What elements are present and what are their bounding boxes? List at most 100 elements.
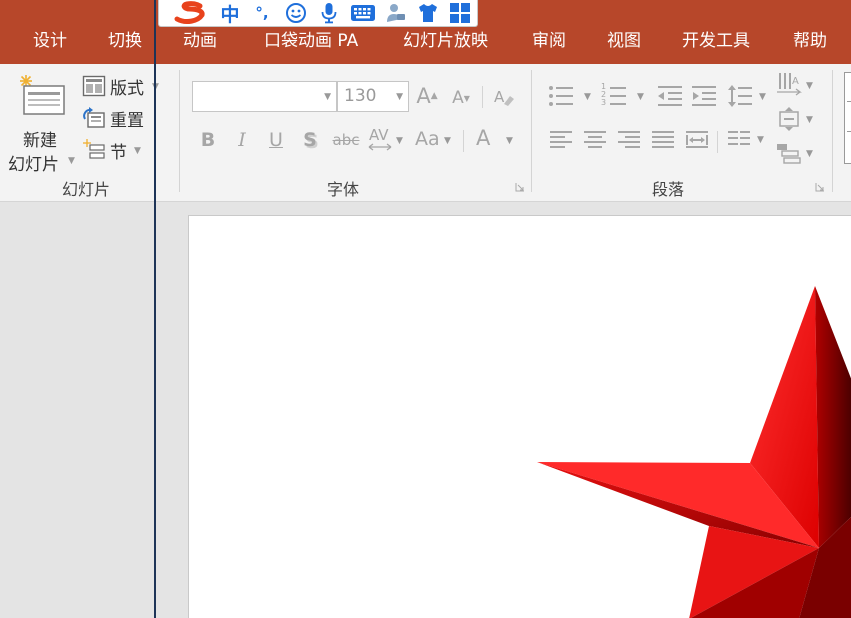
- shadow-button[interactable]: S: [299, 127, 321, 153]
- align-right-icon: [618, 131, 640, 148]
- strikethrough-button[interactable]: abc: [331, 127, 361, 153]
- tab-pocket-animation[interactable]: 口袋动画 PA: [264, 30, 358, 52]
- align-center-button[interactable]: [582, 127, 608, 153]
- layout-icon: [82, 75, 106, 97]
- font-size-dropdown-icon: ▼: [396, 92, 403, 102]
- change-case-button[interactable]: Aa ▼: [414, 126, 454, 154]
- font-size-combobox[interactable]: 130 ▼: [337, 81, 409, 112]
- window-edge-line: [154, 0, 156, 618]
- align-left-icon: [550, 131, 572, 148]
- new-slide-dropdown-icon: ▼: [68, 156, 75, 166]
- section-label: 节: [110, 143, 127, 163]
- group-separator: [179, 70, 180, 192]
- distributed-button[interactable]: [684, 127, 710, 153]
- group-separator: [832, 70, 833, 192]
- line-spacing-dropdown-icon: ▼: [759, 92, 766, 102]
- new-slide-button[interactable]: 新建 幻灯片 ▼: [6, 70, 76, 175]
- reset-icon: [83, 107, 105, 128]
- text-direction-button[interactable]: A ▼: [776, 72, 816, 98]
- justify-icon: [652, 131, 674, 148]
- svg-text:A: A: [494, 88, 505, 106]
- person-icon[interactable]: [383, 1, 409, 25]
- smartart-icon: [777, 144, 801, 164]
- justify-button[interactable]: [650, 127, 676, 153]
- section-button[interactable]: 节 ▼: [82, 138, 146, 163]
- font-color-button[interactable]: A ▼: [472, 126, 518, 154]
- smartart-button[interactable]: ▼: [776, 140, 816, 166]
- font-dialog-launcher-icon[interactable]: [515, 182, 525, 192]
- reset-label: 重置: [110, 111, 144, 131]
- microphone-icon[interactable]: [316, 1, 342, 25]
- tab-slide-show[interactable]: 幻灯片放映: [403, 30, 488, 52]
- clear-formatting-button[interactable]: A: [490, 84, 518, 110]
- numbering-digit: 3: [601, 98, 607, 107]
- grid-icon[interactable]: [447, 1, 473, 25]
- change-case-dropdown-icon: ▼: [444, 136, 451, 146]
- gallery-divider: [847, 101, 851, 102]
- increase-font-size-button[interactable]: A ▲: [414, 83, 440, 109]
- new-slide-icon: [20, 75, 65, 115]
- group-separator: [531, 70, 532, 192]
- align-text-button[interactable]: ▼: [776, 106, 816, 132]
- bullets-button[interactable]: ▼: [548, 83, 594, 111]
- gallery-divider: [847, 131, 851, 132]
- font-color-dropdown-icon: ▼: [506, 136, 513, 146]
- font-size-value: 130: [344, 86, 377, 106]
- new-slide-label-line2: 幻灯片: [8, 155, 59, 175]
- bold-button[interactable]: B: [196, 127, 220, 153]
- bullets-dropdown-icon: ▼: [584, 92, 591, 102]
- columns-dropdown-icon: ▼: [757, 135, 764, 145]
- increase-indent-button[interactable]: [690, 83, 718, 109]
- numbering-dropdown-icon: ▼: [637, 92, 644, 102]
- columns-icon: [728, 131, 750, 145]
- tab-help[interactable]: 帮助: [793, 30, 827, 52]
- char-spacing-icon: AV: [369, 126, 389, 144]
- align-right-button[interactable]: [616, 127, 642, 153]
- section-icon: [83, 139, 105, 159]
- new-slide-label-line1: 新建: [23, 131, 57, 151]
- numbering-digits: 1 2 3: [601, 83, 609, 107]
- group-label-font: 字体: [326, 180, 359, 199]
- tab-review[interactable]: 审阅: [532, 30, 566, 52]
- bullets-icon: [549, 86, 573, 106]
- sogou-logo-icon[interactable]: [171, 1, 207, 25]
- char-spacing-button[interactable]: AV ▼: [366, 126, 406, 154]
- tab-developer[interactable]: 开发工具: [682, 30, 750, 52]
- italic-button[interactable]: I: [231, 127, 253, 153]
- decrease-indent-button[interactable]: [656, 83, 684, 109]
- reset-button[interactable]: 重置: [82, 106, 152, 131]
- tab-view[interactable]: 视图: [607, 30, 641, 52]
- ime-mode-label[interactable]: 中: [217, 1, 243, 26]
- align-text-dropdown-icon: ▼: [806, 115, 813, 125]
- paragraph-dialog-launcher-icon[interactable]: [815, 182, 825, 192]
- smiley-icon[interactable]: [283, 1, 309, 25]
- drawing-shapes-gallery[interactable]: [844, 72, 851, 164]
- increase-indent-icon: [692, 86, 716, 106]
- underline-button[interactable]: U: [265, 127, 287, 153]
- numbering-button[interactable]: 1 2 3 ▼: [601, 83, 647, 111]
- decrease-indent-icon: [658, 86, 682, 106]
- tab-animations[interactable]: 动画: [183, 30, 217, 52]
- layout-button[interactable]: 版式 ▼: [82, 74, 160, 99]
- red-star-shape[interactable]: [189, 216, 851, 618]
- line-spacing-button[interactable]: ▼: [727, 83, 773, 111]
- font-name-combobox[interactable]: ▼: [192, 81, 337, 112]
- tab-transitions[interactable]: 切换: [108, 30, 142, 52]
- char-spacing-arrow-icon: [368, 143, 392, 151]
- char-spacing-dropdown-icon: ▼: [396, 136, 403, 146]
- smartart-dropdown-icon: ▼: [806, 149, 813, 159]
- slide-canvas[interactable]: [188, 215, 851, 618]
- tshirt-icon[interactable]: [415, 1, 441, 25]
- ime-punct-label[interactable]: °,: [249, 1, 275, 25]
- ribbon: 新建 幻灯片 ▼ 版式 ▼ 重置 节 ▼ 幻灯片 ▼ 130 ▼ A▲ A▼ A…: [0, 64, 851, 202]
- align-left-button[interactable]: [548, 127, 574, 153]
- thumbnail-pane[interactable]: [0, 202, 156, 618]
- text-direction-dropdown-icon: ▼: [806, 81, 813, 91]
- keyboard-icon[interactable]: [348, 1, 378, 25]
- tab-design[interactable]: 设计: [33, 30, 67, 52]
- font-color-icon: A: [476, 126, 491, 150]
- font-name-dropdown-icon: ▼: [324, 92, 331, 102]
- font-separator: [463, 130, 464, 152]
- decrease-font-size-button[interactable]: A ▼: [449, 85, 473, 111]
- columns-button[interactable]: ▼: [727, 127, 771, 155]
